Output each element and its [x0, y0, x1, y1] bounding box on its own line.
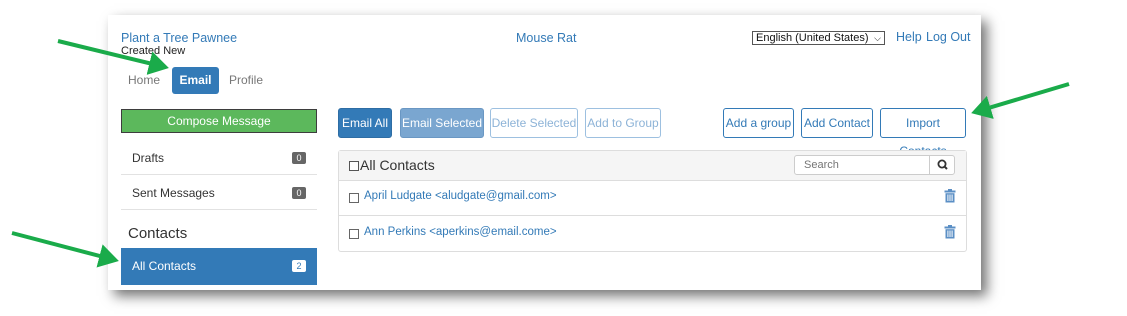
annotation-arrow-icon	[971, 82, 1070, 119]
annotation-layer	[11, 39, 1070, 268]
annotation-arrow-icon	[11, 231, 119, 268]
annotation-arrow-icon	[57, 39, 169, 75]
